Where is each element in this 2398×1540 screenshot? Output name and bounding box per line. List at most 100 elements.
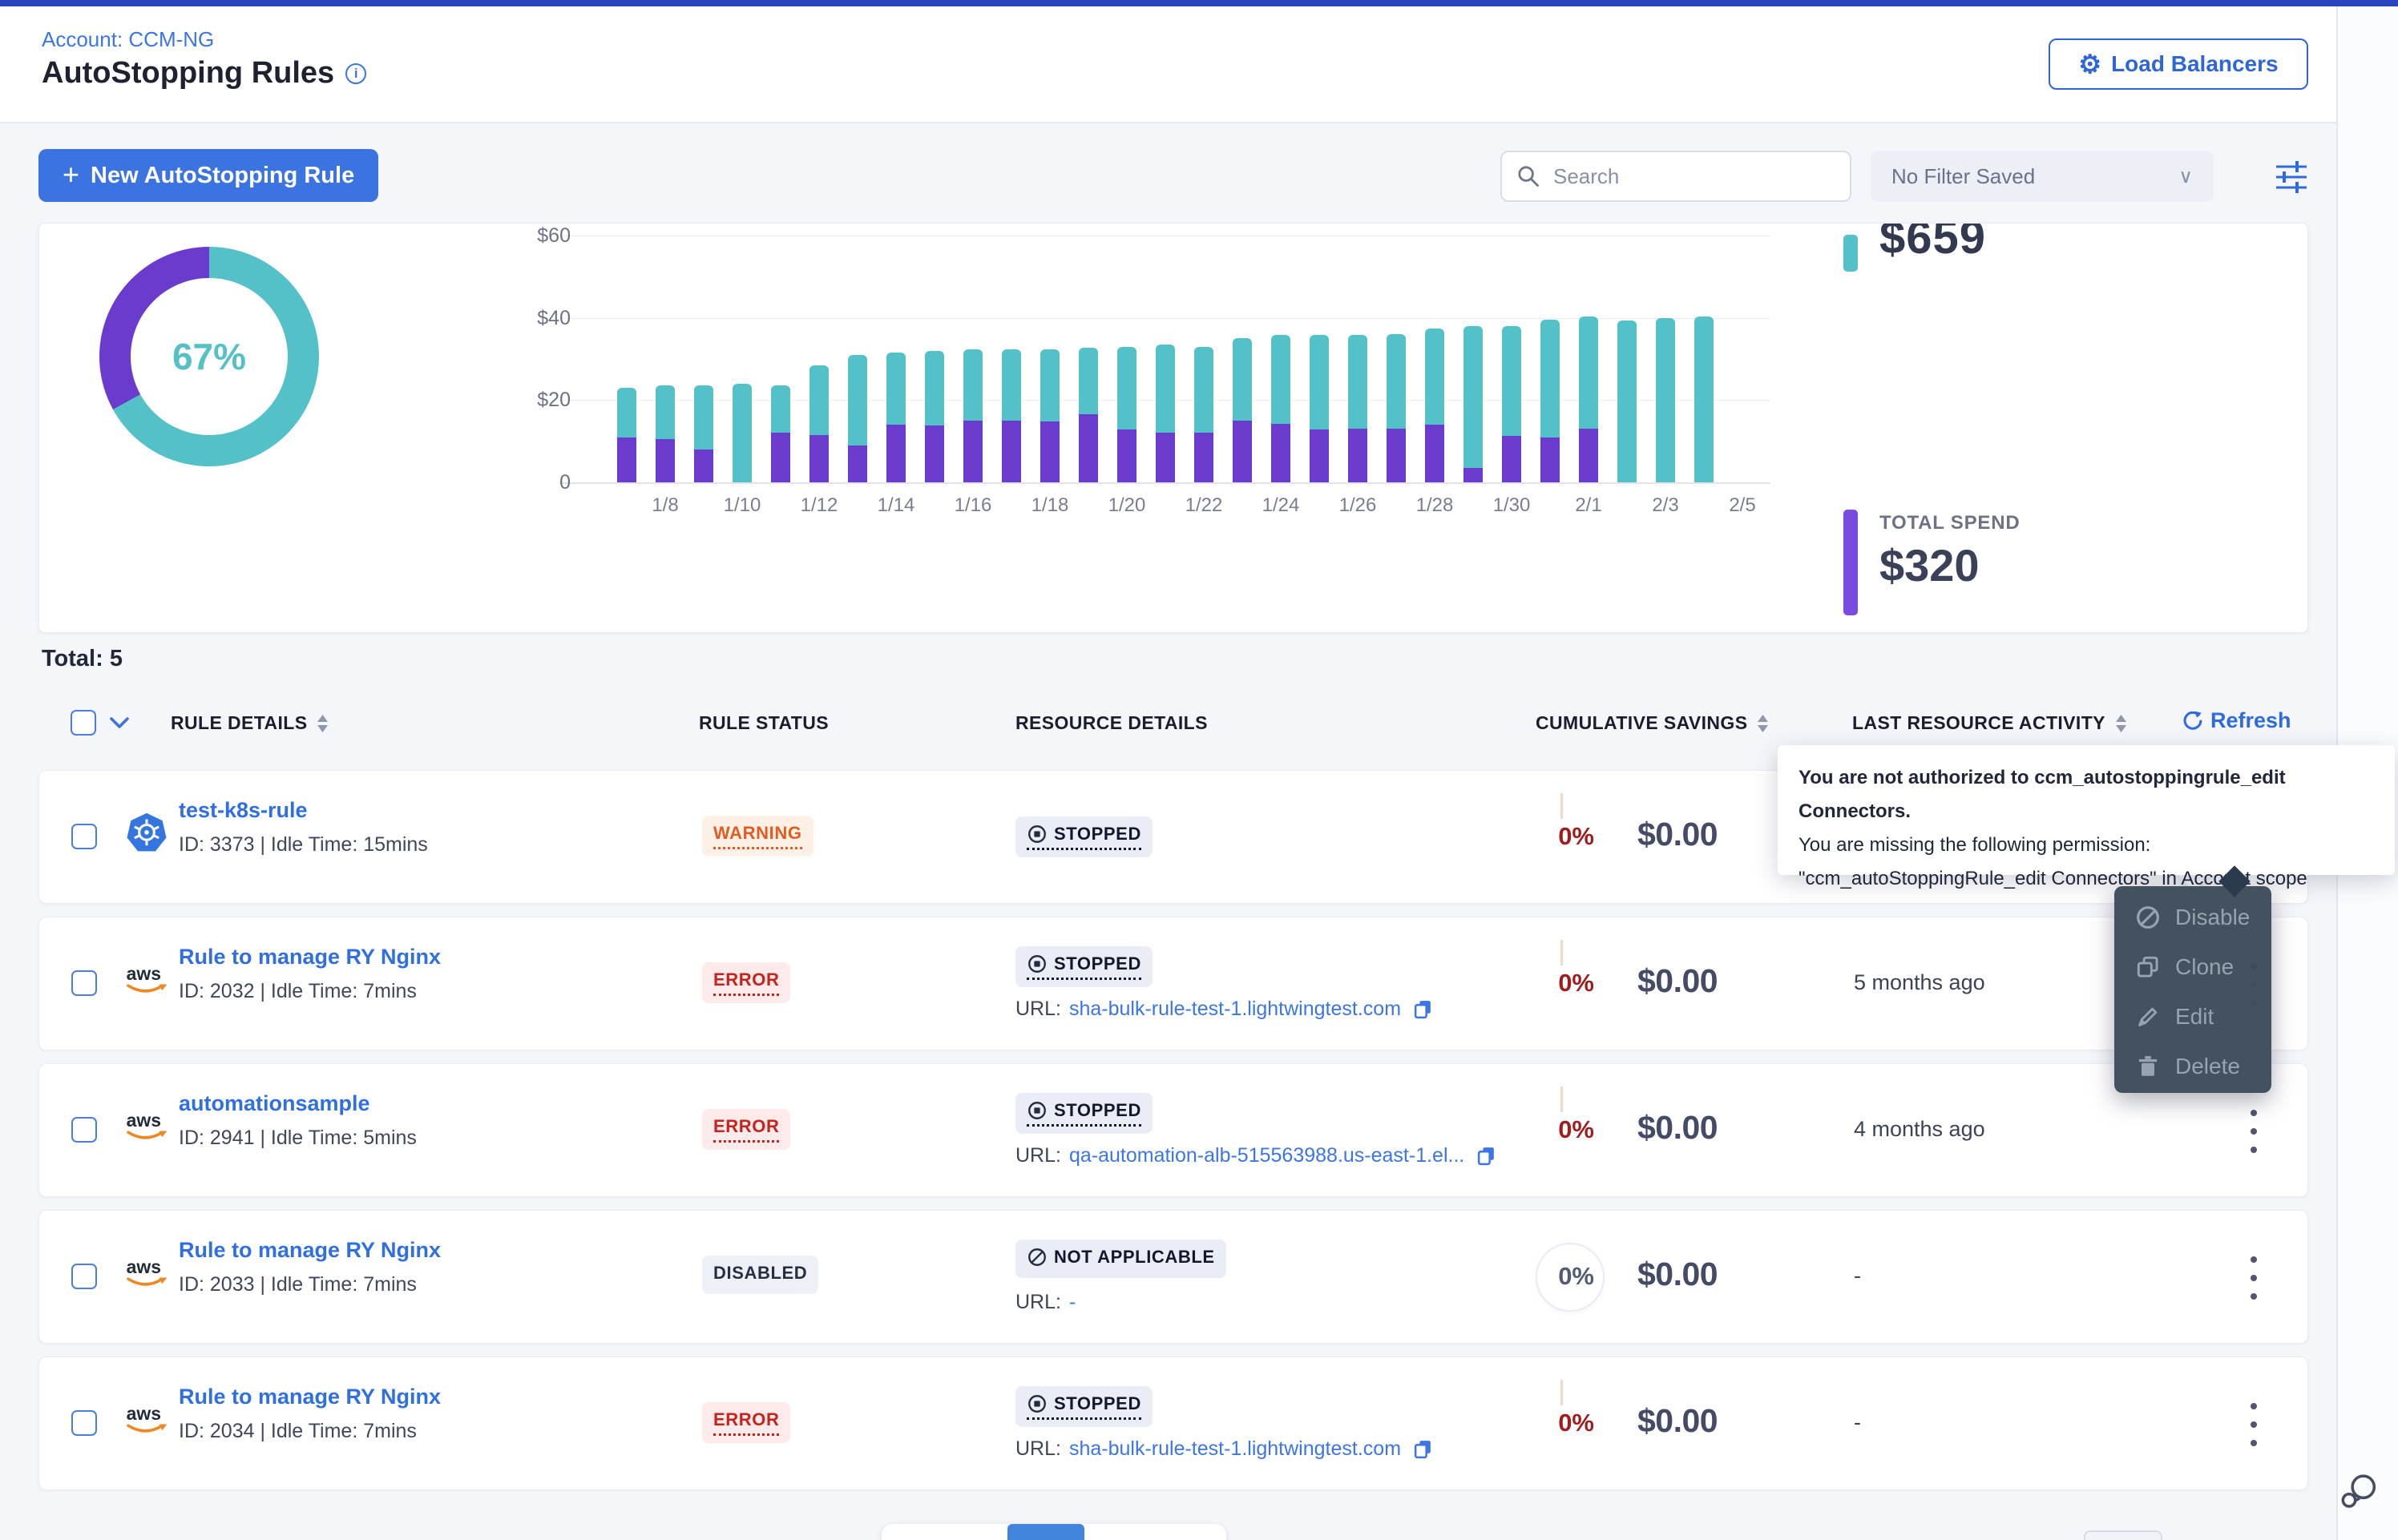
refresh-button[interactable]: Refresh bbox=[2180, 708, 2291, 733]
sort-icon[interactable] bbox=[317, 714, 329, 733]
aws-icon: aws bbox=[123, 1103, 171, 1151]
column-label: RULE DETAILS bbox=[171, 712, 307, 734]
menu-item-edit[interactable]: Edit bbox=[2114, 992, 2271, 1042]
resource-state-label: STOPPED bbox=[1054, 1100, 1141, 1121]
breadcrumb-account-link[interactable]: Account: CCM-NG bbox=[42, 27, 214, 52]
rule-status-label: ERROR bbox=[713, 1116, 779, 1137]
column-label: CUMULATIVE SAVINGS bbox=[1536, 712, 1747, 734]
menu-item-disable[interactable]: Disable bbox=[2114, 893, 2271, 942]
info-icon[interactable]: i bbox=[345, 63, 366, 84]
bar-segment-savings bbox=[1387, 334, 1406, 429]
copy-icon[interactable] bbox=[1476, 1145, 1497, 1167]
url-label: URL: bbox=[1015, 1144, 1061, 1167]
bar-segment-savings bbox=[1002, 349, 1021, 421]
bar-segment-spend bbox=[1502, 436, 1521, 482]
savings-amount: $0.00 bbox=[1637, 1109, 1718, 1147]
sort-icon[interactable] bbox=[1757, 714, 1769, 733]
sort-icon[interactable] bbox=[2115, 714, 2127, 733]
new-autostopping-rule-button[interactable]: + New AutoStopping Rule bbox=[38, 149, 378, 202]
savings-percent: 0% bbox=[1514, 1262, 1594, 1291]
rule-status-badge: WARNING bbox=[702, 816, 813, 857]
row-checkbox[interactable] bbox=[71, 1117, 97, 1143]
savings-percent: 0% bbox=[1514, 1115, 1594, 1144]
x-axis-tick-label: 1/22 bbox=[1168, 494, 1240, 517]
bar-segment-savings bbox=[1540, 320, 1560, 437]
x-axis-tick-label: 2/3 bbox=[1629, 494, 1702, 517]
menu-item-label: Edit bbox=[2175, 1004, 2214, 1030]
resource-url-link[interactable]: - bbox=[1069, 1291, 1076, 1314]
x-axis-tick-label: 1/14 bbox=[860, 494, 932, 517]
column-header-cumulative-savings[interactable]: CUMULATIVE SAVINGS bbox=[1536, 712, 1769, 734]
rule-status-badge: ERROR bbox=[702, 962, 790, 1003]
bar-segment-savings bbox=[809, 365, 829, 435]
bar-segment-spend bbox=[1387, 429, 1406, 482]
bar-segment-spend bbox=[1540, 437, 1560, 482]
bar-segment-spend bbox=[1156, 433, 1175, 482]
copy-icon[interactable] bbox=[1412, 1438, 1434, 1460]
refresh-icon bbox=[2180, 710, 2202, 732]
pagination-active-page-button[interactable] bbox=[1007, 1524, 1084, 1540]
page-size-button[interactable] bbox=[2084, 1530, 2162, 1540]
resource-state-label: STOPPED bbox=[1054, 1393, 1141, 1414]
menu-item-clone[interactable]: Clone bbox=[2114, 942, 2271, 992]
rule-status-badge: DISABLED bbox=[702, 1256, 818, 1294]
rule-name-link[interactable]: automationsample bbox=[179, 1091, 370, 1116]
resource-state-badge: NOT APPLICABLE bbox=[1015, 1240, 1226, 1278]
tooltip-line: "ccm_autoStoppingRule_edit Connectors" i… bbox=[1798, 862, 2374, 896]
row-checkbox[interactable] bbox=[71, 1410, 97, 1436]
column-header-last-resource-activity[interactable]: LAST RESOURCE ACTIVITY bbox=[1852, 712, 2127, 734]
rule-name-link[interactable]: Rule to manage RY Nginx bbox=[179, 945, 441, 970]
stopped-icon bbox=[1027, 1393, 1048, 1414]
table-row: aws Rule to manage RY Nginx ID: 2032 | I… bbox=[38, 917, 2308, 1050]
savings-spark-tick bbox=[1560, 940, 1563, 966]
svg-text:aws: aws bbox=[127, 1403, 161, 1424]
saved-filter-value: No Filter Saved bbox=[1891, 164, 2035, 189]
savings-spark-tick bbox=[1560, 793, 1563, 819]
resource-url-link[interactable]: sha-bulk-rule-test-1.lightwingtest.com bbox=[1069, 1437, 1401, 1461]
copy-icon[interactable] bbox=[1412, 998, 1434, 1020]
resource-url-link[interactable]: sha-bulk-rule-test-1.lightwingtest.com bbox=[1069, 998, 1401, 1021]
rule-name-link[interactable]: test-k8s-rule bbox=[179, 798, 308, 823]
savings-spark-tick bbox=[1560, 1086, 1563, 1112]
row-checkbox[interactable] bbox=[71, 824, 97, 849]
y-axis-tick-label: 0 bbox=[490, 471, 571, 494]
bar-segment-savings bbox=[656, 385, 675, 439]
column-header-resource-details: RESOURCE DETAILS bbox=[1015, 712, 1208, 734]
filter-panel-button[interactable] bbox=[2271, 157, 2311, 197]
menu-item-delete[interactable]: Delete bbox=[2114, 1042, 2271, 1091]
bar-segment-savings bbox=[771, 385, 790, 433]
rule-name-link[interactable]: Rule to manage RY Nginx bbox=[179, 1385, 441, 1409]
row-actions-kebab-icon[interactable] bbox=[2238, 1256, 2270, 1300]
row-actions-kebab-icon[interactable] bbox=[2238, 1403, 2270, 1446]
search-input[interactable] bbox=[1552, 163, 1827, 190]
select-menu-chevron-icon[interactable] bbox=[109, 716, 130, 733]
load-balancers-button[interactable]: ⚙ Load Balancers bbox=[2049, 38, 2308, 90]
select-all-checkbox[interactable] bbox=[71, 710, 96, 736]
autostopping-rules-page: Account: CCM-NG AutoStopping Rules i ⚙ L… bbox=[0, 0, 2398, 1540]
row-checkbox[interactable] bbox=[71, 970, 97, 996]
bar-segment-savings bbox=[694, 385, 713, 450]
pagination-bar[interactable] bbox=[882, 1524, 1226, 1540]
saved-filter-dropdown[interactable]: No Filter Saved ∨ bbox=[1871, 151, 2214, 202]
row-checkbox[interactable] bbox=[71, 1264, 97, 1289]
bar-segment-spend bbox=[809, 435, 829, 482]
x-axis-tick-label: 1/10 bbox=[706, 494, 778, 517]
bar-segment-spend bbox=[656, 439, 675, 482]
column-header-rule-details[interactable]: RULE DETAILS bbox=[171, 712, 329, 734]
bar-segment-savings bbox=[617, 388, 636, 437]
row-actions-kebab-icon[interactable] bbox=[2238, 1110, 2270, 1153]
bar-segment-savings bbox=[1040, 349, 1060, 421]
x-axis-tick-label: 1/18 bbox=[1014, 494, 1086, 517]
rule-status-label: WARNING bbox=[713, 823, 802, 844]
menu-item-label: Delete bbox=[2175, 1054, 2240, 1079]
column-label: RULE STATUS bbox=[699, 712, 829, 734]
resource-url-link[interactable]: qa-automation-alb-515563988.us-east-1.el… bbox=[1069, 1144, 1464, 1167]
bar-segment-savings bbox=[1425, 329, 1444, 425]
table-row: aws Rule to manage RY Nginx ID: 2034 | I… bbox=[38, 1357, 2308, 1490]
rule-name-link[interactable]: Rule to manage RY Nginx bbox=[179, 1238, 441, 1263]
total-savings-color-bar bbox=[1843, 235, 1858, 272]
total-spend-color-bar bbox=[1843, 510, 1858, 615]
bar-segment-savings bbox=[1271, 335, 1290, 423]
chat-help-button[interactable] bbox=[2339, 1473, 2380, 1514]
rule-meta: ID: 2941 | Idle Time: 5mins bbox=[179, 1127, 417, 1150]
